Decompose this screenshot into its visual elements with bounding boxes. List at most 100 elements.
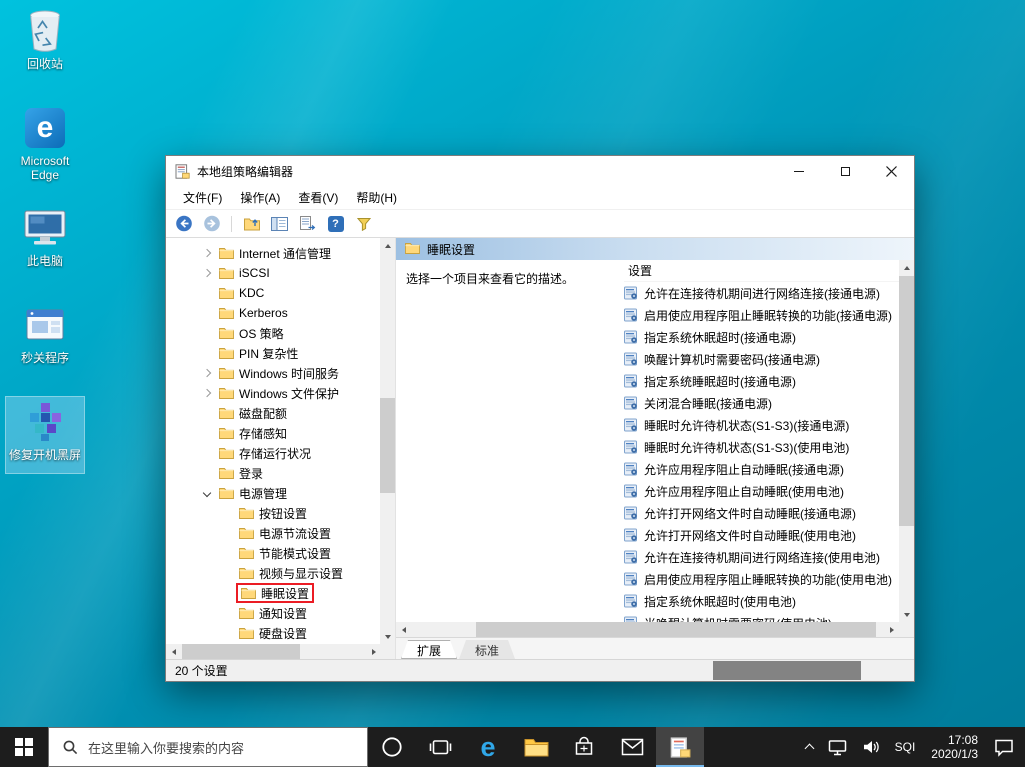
setting-item[interactable]: 睡眠时允许待机状态(S1-S3)(使用电池) bbox=[624, 436, 899, 458]
start-button[interactable] bbox=[0, 727, 48, 767]
tree-item[interactable]: iSCSI bbox=[166, 263, 380, 283]
details-horizontal-scrollbar[interactable] bbox=[396, 622, 899, 637]
desktop-icon-app-window[interactable]: 秒关程序 bbox=[6, 300, 84, 376]
scroll-left-button[interactable] bbox=[166, 644, 181, 659]
setting-item[interactable]: 指定系统休眠超时(使用电池) bbox=[624, 590, 899, 612]
scroll-down-button[interactable] bbox=[899, 607, 914, 622]
chevron-right-icon[interactable] bbox=[198, 270, 216, 276]
setting-item[interactable]: 允许打开网络文件时自动睡眠(接通电源) bbox=[624, 502, 899, 524]
back-button[interactable] bbox=[171, 212, 196, 236]
clock[interactable]: 17:08 2020/1/3 bbox=[922, 733, 987, 761]
taskbar-task-view-button[interactable] bbox=[416, 727, 464, 767]
setting-item[interactable]: 允许应用程序阻止自动睡眠(接通电源) bbox=[624, 458, 899, 480]
chevron-right-icon[interactable] bbox=[198, 390, 216, 396]
menu-action[interactable]: 操作(A) bbox=[231, 189, 289, 206]
menu-help[interactable]: 帮助(H) bbox=[347, 189, 406, 206]
setting-item[interactable]: 允许在连接待机期间进行网络连接(接通电源) bbox=[624, 282, 899, 304]
desktop-icon-pixel-tool[interactable]: 修复开机黑屏 bbox=[6, 397, 84, 473]
tree-item[interactable]: 存储运行状况 bbox=[166, 443, 380, 463]
tree-horizontal-scrollbar[interactable] bbox=[166, 644, 381, 659]
tree-item[interactable]: OS 策略 bbox=[166, 323, 380, 343]
taskbar-gpedit-button[interactable] bbox=[656, 727, 704, 767]
scrollbar-thumb[interactable] bbox=[899, 276, 914, 526]
menu-view[interactable]: 查看(V) bbox=[289, 189, 347, 206]
scroll-right-button[interactable] bbox=[366, 644, 381, 659]
filter-button[interactable] bbox=[351, 212, 376, 236]
ime-indicator[interactable]: SQI bbox=[888, 727, 923, 767]
tree-item[interactable]: 视频与显示设置 bbox=[166, 563, 380, 583]
tree-item[interactable]: Windows 文件保护 bbox=[166, 383, 380, 403]
tree-item[interactable]: PIN 复杂性 bbox=[166, 343, 380, 363]
scroll-up-button[interactable] bbox=[380, 238, 395, 253]
setting-item[interactable]: 允许在连接待机期间进行网络连接(使用电池) bbox=[624, 546, 899, 568]
tree-item[interactable]: 节能模式设置 bbox=[166, 543, 380, 563]
scrollbar-thumb[interactable] bbox=[476, 622, 876, 637]
chevron-down-icon[interactable] bbox=[198, 490, 216, 496]
tree-item[interactable]: 睡眠设置 bbox=[166, 583, 380, 603]
chevron-right-icon[interactable] bbox=[198, 370, 216, 376]
export-list-button[interactable] bbox=[295, 212, 320, 236]
taskbar-search-input[interactable]: 在这里输入你要搜索的内容 bbox=[48, 727, 368, 767]
tray-overflow-button[interactable] bbox=[799, 727, 820, 767]
console-tree-button[interactable] bbox=[267, 212, 292, 236]
tree-item[interactable]: 通知设置 bbox=[166, 603, 380, 623]
tree-item[interactable]: 按钮设置 bbox=[166, 503, 380, 523]
tree-item[interactable]: KDC bbox=[166, 283, 380, 303]
tree-item[interactable]: 电源管理 bbox=[166, 483, 380, 503]
chevron-right-icon[interactable] bbox=[198, 250, 216, 256]
taskbar-store-button[interactable] bbox=[560, 727, 608, 767]
setting-item[interactable]: 允许打开网络文件时自动睡眠(使用电池) bbox=[624, 524, 899, 546]
tree-item[interactable]: 存储感知 bbox=[166, 423, 380, 443]
action-center-button[interactable] bbox=[987, 727, 1021, 767]
setting-item[interactable]: 启用使应用程序阻止睡眠转换的功能(接通电源) bbox=[624, 304, 899, 326]
setting-item[interactable]: 指定系统睡眠超时(接通电源) bbox=[624, 370, 899, 392]
scroll-left-button[interactable] bbox=[396, 622, 411, 637]
taskbar-mail-button[interactable] bbox=[608, 727, 656, 767]
tree-item[interactable]: 磁盘配额 bbox=[166, 403, 380, 423]
scroll-up-button[interactable] bbox=[899, 260, 914, 275]
tree-item[interactable]: 登录 bbox=[166, 463, 380, 483]
settings-vertical-scrollbar[interactable] bbox=[899, 260, 914, 622]
desktop-icon-edge[interactable]: eMicrosoft Edge bbox=[6, 103, 84, 182]
settings-column-header[interactable]: 设置 bbox=[624, 260, 899, 282]
volume-tray-button[interactable] bbox=[855, 727, 888, 767]
setting-item[interactable]: 关闭混合睡眠(接通电源) bbox=[624, 392, 899, 414]
taskbar-edge-button[interactable]: e bbox=[464, 727, 512, 767]
tab-extended[interactable]: 扩展 bbox=[401, 640, 457, 659]
cortana-icon bbox=[380, 735, 404, 759]
scrollbar-thumb[interactable] bbox=[380, 398, 395, 493]
tree-item[interactable]: Kerberos bbox=[166, 303, 380, 323]
setting-item[interactable]: 当唤醒计算机时需要密码(使用电池) bbox=[624, 612, 899, 622]
desktop-icon-recycle-bin[interactable]: 回收站 bbox=[6, 6, 84, 82]
tree-item[interactable]: Internet 通信管理 bbox=[166, 243, 380, 263]
close-button[interactable] bbox=[868, 156, 914, 186]
folder-icon bbox=[405, 242, 420, 257]
taskbar-file-explorer-button[interactable] bbox=[512, 727, 560, 767]
forward-button[interactable] bbox=[199, 212, 224, 236]
tree-item-node: 通知设置 bbox=[236, 603, 310, 623]
setting-item[interactable]: 允许应用程序阻止自动睡眠(使用电池) bbox=[624, 480, 899, 502]
titlebar[interactable]: 本地组策略编辑器 bbox=[166, 156, 914, 186]
tree-vertical-scrollbar[interactable] bbox=[380, 238, 395, 644]
up-folder-button[interactable] bbox=[239, 212, 264, 236]
setting-item[interactable]: 启用使应用程序阻止睡眠转换的功能(使用电池) bbox=[624, 568, 899, 590]
setting-item[interactable]: 唤醒计算机时需要密码(接通电源) bbox=[624, 348, 899, 370]
tab-standard[interactable]: 标准 bbox=[459, 640, 515, 659]
scroll-down-button[interactable] bbox=[380, 629, 395, 644]
tree-item[interactable]: 硬盘设置 bbox=[166, 623, 380, 643]
maximize-button[interactable] bbox=[822, 156, 868, 186]
scrollbar-thumb[interactable] bbox=[182, 644, 300, 659]
network-tray-button[interactable] bbox=[820, 727, 855, 767]
desktop-icon-this-pc[interactable]: 此电脑 bbox=[6, 203, 84, 279]
help-button[interactable]: ? bbox=[323, 212, 348, 236]
tree-item[interactable]: 电源节流设置 bbox=[166, 523, 380, 543]
menu-file[interactable]: 文件(F) bbox=[174, 189, 231, 206]
setting-item[interactable]: 指定系统休眠超时(接通电源) bbox=[624, 326, 899, 348]
setting-item[interactable]: 睡眠时允许待机状态(S1-S3)(接通电源) bbox=[624, 414, 899, 436]
minimize-button[interactable] bbox=[776, 156, 822, 186]
tree-item-node: 存储运行状况 bbox=[216, 443, 314, 463]
policy-icon bbox=[624, 594, 638, 608]
taskbar-cortana-button[interactable] bbox=[368, 727, 416, 767]
scroll-right-button[interactable] bbox=[884, 622, 899, 637]
tree-item[interactable]: Windows 时间服务 bbox=[166, 363, 380, 383]
